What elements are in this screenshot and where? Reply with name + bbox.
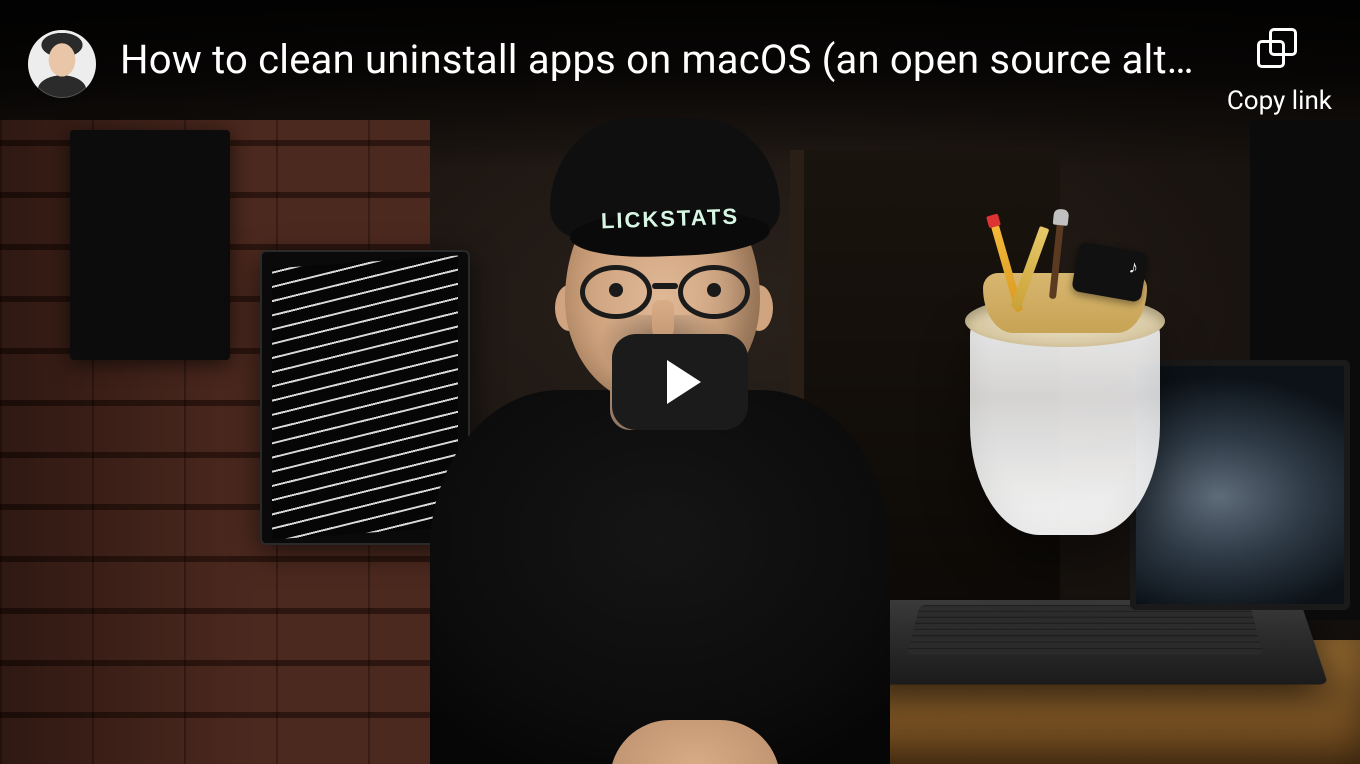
presenter-figure: LICKSTATS	[400, 100, 920, 764]
channel-avatar[interactable]	[28, 30, 96, 98]
presenter-glasses	[580, 265, 750, 319]
presenter-eye	[707, 283, 721, 297]
video-player: LICKSTATS How to clean uninstall apps on…	[0, 0, 1360, 764]
presenter-torso	[430, 390, 890, 764]
laptop-keyboard	[907, 605, 1263, 654]
trash-bin-graphic	[965, 265, 1165, 535]
acoustic-panel-left	[70, 130, 230, 360]
presenter-eye	[609, 283, 623, 297]
video-title-bar: How to clean uninstall apps on macOS (an…	[0, 0, 1360, 130]
play-icon	[667, 360, 701, 404]
cap-text: LICKSTATS	[600, 204, 741, 235]
video-title[interactable]: How to clean uninstall apps on macOS (an…	[120, 36, 1197, 84]
copy-link-label: Copy link	[1227, 86, 1332, 116]
copy-icon	[1257, 28, 1301, 72]
glasses-bridge	[652, 283, 678, 289]
copy-link-button[interactable]: Copy link	[1227, 28, 1332, 116]
play-button[interactable]	[612, 334, 748, 430]
